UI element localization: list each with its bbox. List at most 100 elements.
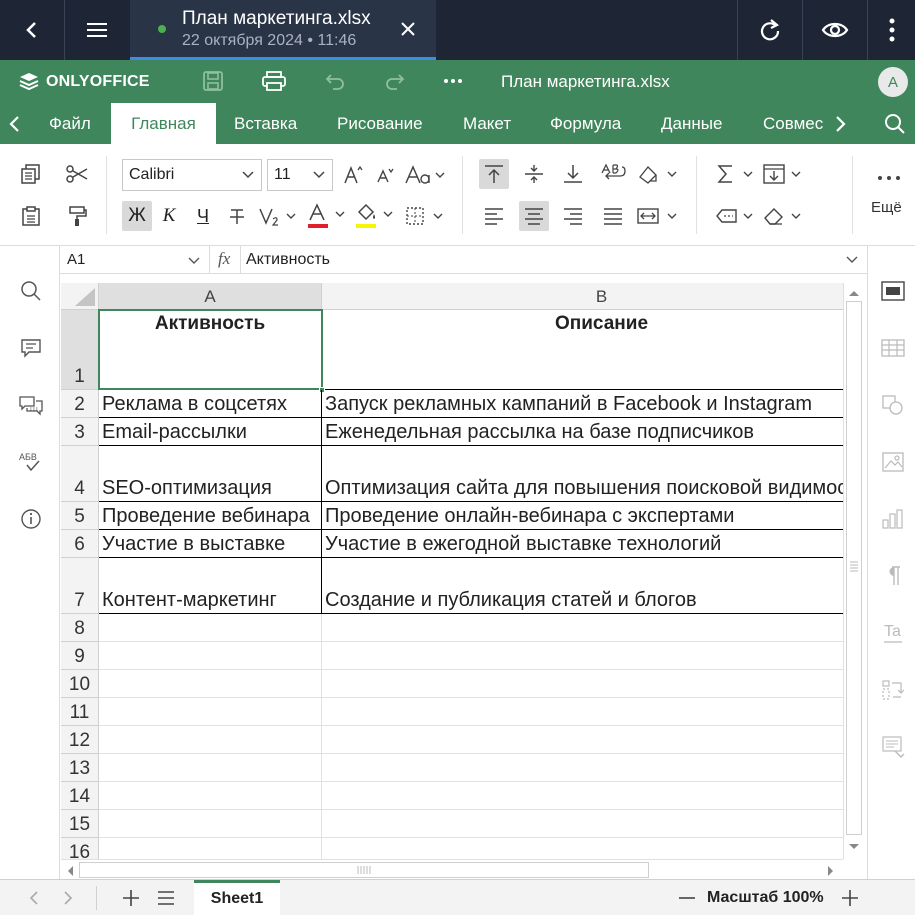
refresh-button[interactable]	[738, 0, 802, 60]
redo-button[interactable]	[382, 68, 408, 94]
cell-a7[interactable]: Контент-маркетинг	[99, 558, 322, 614]
column-header-a[interactable]: A	[99, 283, 322, 310]
row-header-15[interactable]: 15	[61, 810, 99, 838]
table-settings-button[interactable]	[878, 333, 908, 363]
image-settings-button[interactable]	[878, 447, 908, 477]
cell-a9[interactable]	[99, 642, 322, 670]
tab-insert[interactable]: Вставка	[234, 103, 297, 144]
column-header-b[interactable]: B	[322, 283, 843, 310]
cell-b15[interactable]	[322, 810, 843, 838]
hamburger-menu-button[interactable]	[65, 0, 129, 60]
cell-b2[interactable]: Запуск рекламных кампаний в Facebook и I…	[322, 390, 843, 418]
cell-a5[interactable]: Проведение вебинара	[99, 502, 322, 530]
cell-b14[interactable]	[322, 782, 843, 810]
subscript-button[interactable]	[256, 201, 300, 231]
cell-b16[interactable]	[322, 838, 843, 859]
cell-b10[interactable]	[322, 670, 843, 698]
row-header-6[interactable]: 6	[61, 530, 99, 558]
cell-a15[interactable]	[99, 810, 322, 838]
row-header-3[interactable]: 3	[61, 418, 99, 446]
tabs-scroll-right-button[interactable]	[833, 115, 847, 133]
cell-a11[interactable]	[99, 698, 322, 726]
tab-home[interactable]: Главная	[111, 103, 216, 144]
add-sheet-button[interactable]	[120, 887, 142, 909]
sidebar-comments-button[interactable]	[16, 333, 46, 363]
document-tab[interactable]: План маркетинга.xlsx 22 октября 2024 • 1…	[130, 0, 436, 60]
paste-button[interactable]	[16, 201, 46, 231]
sheet-list-button[interactable]	[155, 887, 177, 909]
more-label[interactable]: Ещё	[871, 199, 902, 216]
zoom-in-button[interactable]	[839, 887, 861, 909]
spreadsheet-grid[interactable]: A B 1 Активность Описание 2 Реклама в соцсет…	[61, 283, 843, 859]
user-avatar[interactable]: A	[878, 67, 908, 97]
sidebar-about-button[interactable]	[16, 504, 46, 534]
row-header-1[interactable]: 1	[61, 310, 99, 390]
cell-a13[interactable]	[99, 754, 322, 782]
vertical-scroll-thumb[interactable]	[846, 301, 862, 835]
cell-a6[interactable]: Участие в выставке	[99, 530, 322, 558]
signature-settings-button[interactable]	[878, 732, 908, 762]
clear-button[interactable]	[762, 201, 806, 231]
cell-b9[interactable]	[322, 642, 843, 670]
autosum-button[interactable]	[714, 159, 758, 189]
change-case-button[interactable]	[404, 160, 448, 190]
sidebar-chat-button[interactable]	[16, 390, 46, 420]
align-middle-button[interactable]	[519, 159, 549, 189]
underline-button[interactable]: Ч	[190, 201, 216, 231]
row-header-4[interactable]: 4	[61, 446, 99, 502]
cell-b7[interactable]: Создание и публикация статей и блогов	[322, 558, 843, 614]
cell-b13[interactable]	[322, 754, 843, 782]
tab-layout[interactable]: Макет	[463, 103, 511, 144]
align-center-button[interactable]	[519, 201, 549, 231]
function-wizard-button[interactable]: fx	[218, 249, 230, 269]
name-box[interactable]: A1	[60, 246, 210, 274]
row-header-14[interactable]: 14	[61, 782, 99, 810]
cell-b4[interactable]: Оптимизация сайта для повышения поисково…	[322, 446, 843, 502]
increase-font-button[interactable]	[340, 160, 366, 190]
strikethrough-button[interactable]	[224, 201, 250, 231]
fill-button[interactable]	[762, 159, 806, 189]
align-bottom-button[interactable]	[558, 159, 588, 189]
format-painter-button[interactable]	[62, 201, 92, 231]
tab-file[interactable]: Файл	[49, 103, 91, 144]
cell-a2[interactable]: Реклама в соцсетях	[99, 390, 322, 418]
pivot-settings-button[interactable]	[878, 675, 908, 705]
cut-button[interactable]	[62, 159, 92, 189]
print-button[interactable]	[260, 68, 288, 94]
paragraph-settings-button[interactable]	[878, 561, 908, 591]
horizontal-scroll-thumb[interactable]	[79, 862, 649, 878]
fill-color-button[interactable]	[354, 201, 398, 231]
merge-cells-button[interactable]	[636, 201, 680, 231]
row-header-13[interactable]: 13	[61, 754, 99, 782]
align-left-button[interactable]	[479, 201, 509, 231]
align-top-button[interactable]	[479, 159, 509, 189]
tab-collaboration[interactable]: Совмес	[763, 103, 825, 144]
search-button[interactable]	[884, 113, 906, 135]
cell-b8[interactable]	[322, 614, 843, 642]
more-actions-button[interactable]	[440, 68, 466, 94]
shape-settings-button[interactable]	[878, 390, 908, 420]
sidebar-spellcheck-button[interactable]: АБВ	[16, 447, 46, 477]
decrease-font-button[interactable]	[372, 160, 398, 190]
cell-a10[interactable]	[99, 670, 322, 698]
vertical-scrollbar[interactable]	[843, 283, 863, 859]
bold-button[interactable]: Ж	[122, 201, 152, 231]
row-header-7[interactable]: 7	[61, 558, 99, 614]
row-header-16[interactable]: 16	[61, 838, 99, 859]
save-button[interactable]	[200, 68, 226, 94]
sidebar-search-button[interactable]	[16, 276, 46, 306]
cell-a1[interactable]: Активность	[99, 310, 322, 390]
row-header-2[interactable]: 2	[61, 390, 99, 418]
row-header-11[interactable]: 11	[61, 698, 99, 726]
text-orientation-button[interactable]	[636, 159, 680, 189]
next-sheet-button[interactable]	[58, 888, 78, 908]
italic-button[interactable]: К	[156, 201, 182, 231]
row-header-9[interactable]: 9	[61, 642, 99, 670]
view-mode-button[interactable]	[803, 0, 867, 60]
cell-a8[interactable]	[99, 614, 322, 642]
cell-a12[interactable]	[99, 726, 322, 754]
zoom-out-button[interactable]	[676, 887, 698, 909]
back-button[interactable]	[0, 0, 64, 60]
cell-a3[interactable]: Email-рассылки	[99, 418, 322, 446]
select-all-corner[interactable]	[61, 283, 99, 310]
